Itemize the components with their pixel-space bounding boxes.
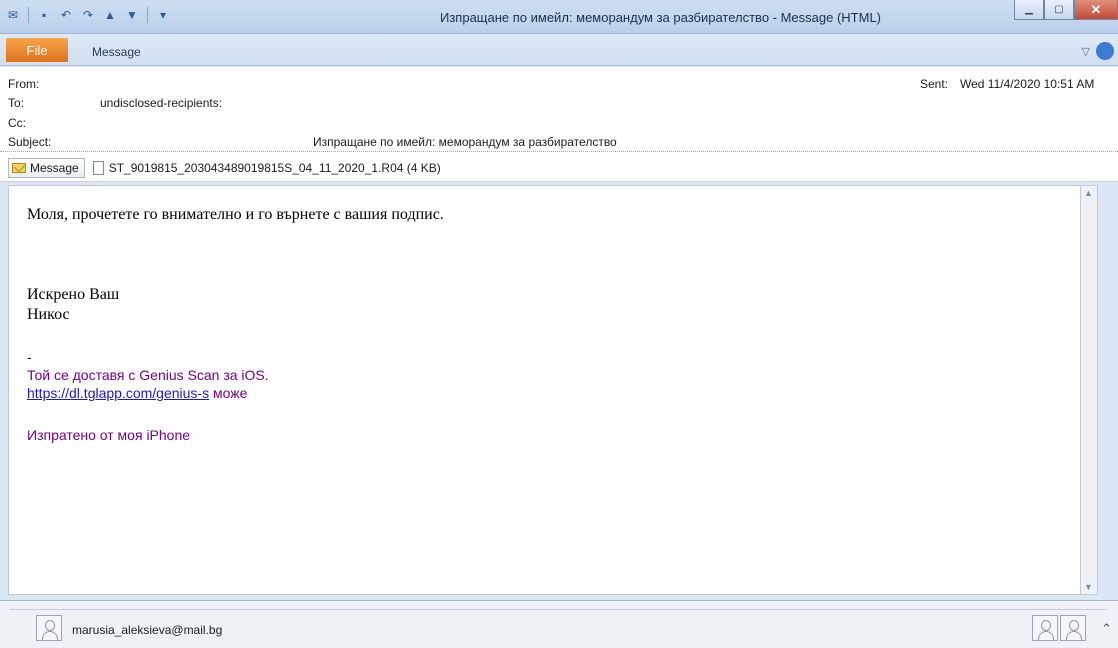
previous-item-icon[interactable]: ▲ [101,6,119,24]
people-pane-divider [10,609,1108,610]
cc-label: Cc: [8,116,26,130]
attachment-bar: Message ST_9019815_203043489019815S_04_1… [0,157,1118,179]
subject-label: Subject: [8,135,52,149]
message-attachment-button[interactable]: Message [8,158,85,178]
avatar[interactable] [36,615,62,641]
message-attachment-label: Message [30,161,79,175]
redo-icon[interactable]: ↷ [79,6,97,24]
tab-file[interactable]: File [6,38,68,62]
header-divider [0,151,1118,152]
sent-value: Wed 11/4/2020 10:51 AM [960,77,1095,91]
body-sender-name: Никос [27,306,70,323]
help-icon[interactable] [1096,42,1114,60]
body-closing: Искрено Ваш [27,286,120,303]
from-label: From: [8,77,40,91]
tab-message[interactable]: Message [92,45,141,59]
customize-toolbar-icon[interactable]: ▾ [154,6,172,24]
expand-people-pane-icon[interactable]: ⌃ [1101,621,1112,637]
message-body[interactable]: Моля, прочетете го внимателно и го върне… [8,185,1098,595]
save-icon[interactable]: ▪ [35,6,53,24]
minimize-ribbon-icon[interactable]: ▽ [1082,45,1090,58]
toolbar-separator [147,7,148,23]
maximize-button[interactable]: ▢ [1044,0,1074,20]
window-controls: ▁ ▢ ✕ [1014,0,1118,20]
sent-label: Sent: [920,77,949,91]
toolbar-separator [28,7,29,23]
to-label: To: [8,96,25,110]
attachment-file[interactable]: ST_9019815_203043489019815S_04_11_2020_1… [92,161,441,175]
signature-sent-from: Изпратено от моя iPhone [27,427,191,443]
document-icon [92,161,104,175]
undo-icon[interactable]: ↶ [57,6,75,24]
vertical-scrollbar[interactable]: ▲ ▼ [1080,186,1097,594]
outlook-message-window: ✉ ▪ ↶ ↷ ▲ ▼ ▾ Изпращане по имейл: мемора… [0,0,1118,648]
envelope-icon [12,163,26,173]
body-line-request: Моля, прочетете го внимателно и го върне… [27,206,444,223]
attachment-file-name: ST_9019815_203043489019815S_04_11_2020_1… [108,161,441,175]
ribbon-right-controls: ▽ [1082,42,1114,60]
signature-link-line: https://dl.tglapp.com/genius-s може [27,385,247,401]
subject-value: Изпращане по имейл: меморандум за разбир… [313,135,617,149]
window-title: Изпращане по имейл: меморандум за разбир… [440,10,882,25]
genius-scan-link[interactable]: https://dl.tglapp.com/genius-s [27,385,209,401]
signature-delivered-line: Той се доставя с Genius Scan за iOS. [27,367,269,383]
outlook-envelope-icon[interactable]: ✉ [4,6,22,24]
minimize-button[interactable]: ▁ [1014,0,1044,20]
avatar[interactable] [1032,615,1058,641]
scroll-down-icon[interactable]: ▼ [1084,582,1093,592]
close-button[interactable]: ✕ [1074,0,1118,20]
message-header: From: Sent: Wed 11/4/2020 10:51 AM To: u… [0,67,1118,182]
sender-email[interactable]: marusia_aleksieva@mail.bg [72,623,222,637]
ribbon-tabs: File Message ▽ [0,34,1118,66]
title-bar: ✉ ▪ ↶ ↷ ▲ ▼ ▾ Изпращане по имейл: мемора… [0,0,1118,34]
scroll-up-icon[interactable]: ▲ [1084,188,1093,198]
next-item-icon[interactable]: ▼ [123,6,141,24]
signature-dash: - [27,349,32,365]
people-pane: marusia_aleksieva@mail.bg ⌃ [0,600,1118,648]
link-suffix: може [209,385,248,401]
to-value[interactable]: undisclosed-recipients: [100,96,222,110]
avatar[interactable] [1060,615,1086,641]
quick-access-toolbar: ✉ ▪ ↶ ↷ ▲ ▼ ▾ [4,6,172,24]
